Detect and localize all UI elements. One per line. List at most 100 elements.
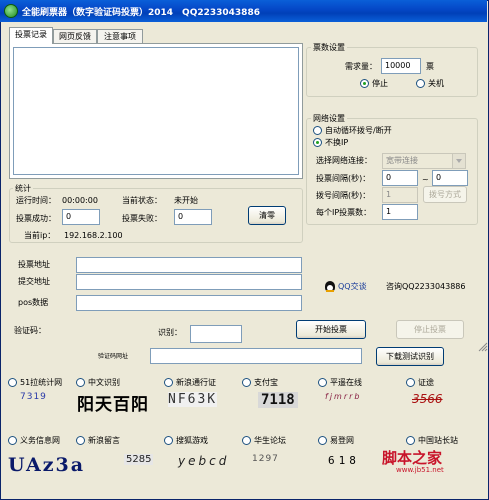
stop-vote-button[interactable]: 停止投票	[396, 320, 464, 339]
captcha-sample-image: 5285	[124, 454, 154, 465]
recognize-input[interactable]	[190, 325, 242, 343]
fail-label: 投票失败：	[122, 214, 162, 223]
tab-notes[interactable]: 注意事项	[97, 29, 143, 44]
captcha-option-radio[interactable]	[8, 436, 17, 445]
tab-vote-log[interactable]: 投票记录	[9, 27, 53, 44]
stop-label: 停止	[372, 79, 388, 88]
chevron-down-icon	[452, 154, 465, 168]
ip-label: 当前ip：	[24, 231, 56, 240]
captcha-option-radio[interactable]	[76, 436, 85, 445]
qq-chat-button[interactable]: QQ交谈	[322, 279, 375, 293]
captcha-option-radio[interactable]	[406, 378, 415, 387]
shutdown-label: 关机	[428, 79, 444, 88]
required-label: 需求量：	[345, 62, 377, 71]
dial-interval-input[interactable]: 1	[382, 187, 418, 203]
vote-interval-to-input[interactable]: 0	[432, 170, 468, 186]
dial-mode-button[interactable]: 拨号方式	[423, 186, 467, 203]
resize-grip-icon[interactable]	[478, 342, 488, 352]
submit-url-input[interactable]	[76, 274, 302, 290]
qq-chat-label: QQ交谈	[338, 282, 367, 291]
captcha-sample-image: 3566	[412, 392, 443, 406]
captcha-option-label: 新浪留言	[88, 436, 120, 445]
captcha-option-radio[interactable]	[318, 378, 327, 387]
captcha-option-radio[interactable]	[242, 378, 251, 387]
stop-radio[interactable]	[360, 79, 369, 88]
dial-interval-label: 拨号间隔(秒)：	[316, 191, 371, 200]
pos-data-label: pos数据	[18, 298, 49, 307]
auto-redial-label: 自动循环拨号/断开	[325, 126, 392, 135]
runtime-value: 00:00:00	[62, 196, 98, 205]
captcha-option-label: 搜狐游戏	[176, 436, 208, 445]
captcha-option-radio[interactable]	[8, 378, 17, 387]
captcha-option-label: 平遥在线	[330, 378, 362, 387]
captcha-option-label: 51拉统计网	[20, 378, 63, 387]
captcha-option-radio[interactable]	[76, 378, 85, 387]
captcha-option-radio[interactable]	[164, 436, 173, 445]
vote-interval-from-input[interactable]: 0	[382, 170, 418, 186]
no-ip-change-radio[interactable]	[313, 138, 322, 147]
captcha-option-label: 义务信息网	[20, 436, 60, 445]
captcha-url-label: 验证码网址	[98, 353, 129, 360]
vote-url-label: 投票地址	[18, 260, 50, 269]
tab-web-feedback[interactable]: 网页反馈	[53, 29, 97, 44]
fail-value: 0	[174, 209, 212, 225]
clear-button[interactable]: 清零	[248, 206, 286, 225]
captcha-option-label: 中文识别	[88, 378, 120, 387]
vote-url-input[interactable]	[76, 257, 302, 273]
captcha-label: 验证码：	[14, 326, 46, 335]
captcha-option-radio[interactable]	[318, 436, 327, 445]
per-ip-input[interactable]: 1	[382, 204, 418, 220]
required-input[interactable]: 10000	[381, 58, 421, 74]
captcha-sample-image: 7319	[20, 392, 47, 402]
per-ip-label: 每个IP投票数：	[316, 208, 372, 217]
submit-url-label: 提交地址	[18, 277, 50, 286]
captcha-option-radio[interactable]	[164, 378, 173, 387]
state-label: 当前状态：	[122, 196, 162, 205]
success-label: 投票成功：	[16, 214, 56, 223]
captcha-sample-image: 阳天百阳	[77, 395, 149, 415]
captcha-sample-image: 1297	[252, 454, 279, 464]
ip-value: 192.168.2.100	[64, 231, 123, 240]
auto-redial-radio[interactable]	[313, 126, 322, 135]
tab-panel	[9, 43, 303, 179]
consult-qq-text: 咨询QQ2233043886	[386, 282, 466, 291]
captcha-sample-image: fjmrrb	[325, 392, 362, 401]
qq-penguin-icon	[325, 281, 335, 292]
title-bar[interactable]: 全能刷票器（数字验证码投票）2014 QQ2233043886	[0, 0, 487, 22]
pos-data-input[interactable]	[76, 295, 302, 311]
network-settings-title: 网络设置	[311, 113, 347, 124]
watermark-url: www.jb51.net	[396, 466, 444, 474]
start-vote-button[interactable]: 开始投票	[296, 320, 366, 339]
app-icon	[4, 4, 18, 18]
captcha-option-label: 易登网	[330, 436, 354, 445]
recognize-label: 识别：	[158, 328, 182, 337]
network-connection-select[interactable]: 宽带连接	[382, 153, 466, 169]
success-value: 0	[62, 209, 100, 225]
captcha-sample-image: 7118	[258, 392, 298, 408]
download-test-button[interactable]: 下载测试识别	[376, 347, 444, 366]
window-title: 全能刷票器（数字验证码投票）2014 QQ2233043886	[22, 8, 260, 18]
captcha-option-radio[interactable]	[406, 436, 415, 445]
vote-interval-label: 投票间隔(秒)：	[316, 174, 371, 183]
captcha-option-label: 证途	[418, 378, 434, 387]
captcha-option-label: 中国站长站	[418, 436, 458, 445]
captcha-sample-image: yebcd	[178, 454, 230, 468]
captcha-option-radio[interactable]	[242, 436, 251, 445]
captcha-sample-image: UAz3a	[8, 454, 86, 476]
network-connection-label: 选择网络连接：	[316, 156, 372, 165]
captcha-url-input[interactable]	[150, 348, 362, 364]
runtime-label: 运行时间：	[16, 196, 56, 205]
vote-log-textarea[interactable]	[13, 47, 299, 175]
stats-title: 统计	[13, 183, 33, 194]
interval-tilde: ~	[422, 175, 429, 184]
vote-settings-title: 票数设置	[311, 42, 347, 53]
captcha-option-label: 支付宝	[254, 378, 278, 387]
unit-label: 票	[426, 62, 434, 71]
network-connection-value: 宽带连接	[386, 156, 418, 165]
watermark-text: 脚本之家	[382, 449, 443, 467]
shutdown-radio[interactable]	[416, 79, 425, 88]
captcha-option-label: 新浪通行证	[176, 378, 216, 387]
captcha-sample-image: 618	[328, 454, 360, 467]
captcha-sample-image: NF63K	[168, 392, 218, 407]
state-value: 未开始	[174, 196, 198, 205]
